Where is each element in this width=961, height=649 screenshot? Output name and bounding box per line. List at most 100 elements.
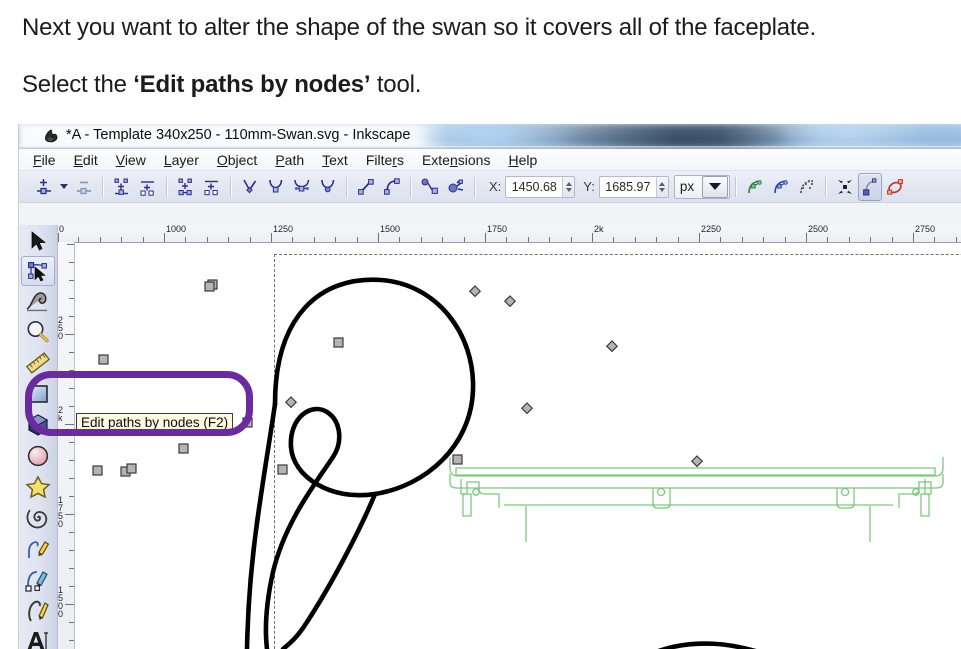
hruler-label-1000: 1000 — [166, 225, 187, 234]
show-transform-handles-button[interactable] — [742, 174, 768, 200]
unit-selector-value: px — [679, 179, 695, 194]
hruler-label-1500: 1500 — [380, 225, 401, 234]
pencil-tool[interactable] — [21, 534, 55, 564]
pencil-icon — [28, 541, 50, 559]
x-coordinate-label: X: — [489, 179, 502, 194]
toolbar-separator — [102, 176, 104, 197]
stroke-to-path-button[interactable] — [443, 174, 469, 200]
menu-item-object[interactable]: Object — [217, 152, 257, 168]
hruler-label-2k: 2k — [594, 225, 604, 234]
vruler-label-1750: 1750 — [58, 495, 64, 529]
object-to-path-button[interactable] — [417, 174, 443, 200]
spiral-tool[interactable] — [21, 503, 55, 533]
toolbar-separator — [230, 176, 232, 197]
y-coordinate-input[interactable] — [599, 176, 656, 197]
toolbar-separator — [166, 176, 168, 197]
unit-selector[interactable]: px — [673, 174, 731, 199]
show-outline-button[interactable] — [794, 174, 820, 200]
faceplate-outline — [449, 457, 944, 542]
insert-node-dropdown[interactable] — [57, 174, 71, 200]
menu-bar: File Edit View Layer Object Path Text Fi… — [19, 149, 961, 171]
join-with-segment-button[interactable] — [173, 174, 199, 200]
star-icon — [25, 475, 51, 499]
text-a-icon — [27, 632, 48, 649]
drawing-canvas[interactable] — [75, 242, 961, 649]
make-symmetric-button[interactable] — [289, 174, 315, 200]
make-auto-smooth-button[interactable] — [315, 174, 341, 200]
hruler-label-2500: 2500 — [808, 225, 829, 234]
bezier-tool[interactable] — [21, 565, 55, 595]
magnifier-icon — [27, 320, 49, 343]
break-path-button[interactable] — [109, 174, 135, 200]
node-editor-icon — [28, 262, 47, 282]
y-coordinate-label: Y: — [583, 179, 595, 194]
arrow-cursor-icon — [31, 231, 46, 251]
hruler-label-1250: 1250 — [273, 225, 294, 234]
window-title-text: *A - Template 340x250 - 110mm-Swan.svg -… — [66, 127, 411, 143]
menu-item-file[interactable]: File — [33, 152, 56, 168]
menu-item-view[interactable]: View — [116, 152, 146, 168]
tutorial-paragraph-2-bold: ‘Edit paths by nodes’ — [133, 71, 371, 98]
menu-item-text[interactable]: Text — [322, 152, 348, 168]
tool-highlight-annotation — [25, 371, 253, 436]
menu-item-edit[interactable]: Edit — [74, 152, 98, 168]
chevron-down-icon — [709, 183, 722, 190]
menu-item-filters[interactable]: Filters — [366, 152, 404, 168]
hruler-label-0: 0 — [59, 225, 65, 234]
insert-node-button[interactable] — [31, 174, 57, 200]
join-nodes-button[interactable] — [135, 174, 161, 200]
show-bezier-handles-button[interactable] — [768, 174, 794, 200]
x-spinner-arrows[interactable] — [562, 176, 575, 197]
unit-selector-dropdown-button[interactable] — [702, 175, 729, 198]
hruler-label-2250: 2250 — [701, 225, 722, 234]
y-coordinate-spinbox[interactable] — [598, 175, 669, 198]
make-corner-button[interactable] — [237, 174, 263, 200]
show-path-outline-button[interactable] — [858, 172, 883, 201]
tutorial-paragraph-1: Next you want to alter the shape of the … — [22, 14, 816, 41]
hruler-label-2750: 2750 — [915, 225, 936, 234]
node-editor-tool[interactable] — [21, 256, 55, 286]
make-curve-button[interactable] — [379, 174, 405, 200]
toolbar-separator — [735, 176, 738, 197]
menu-item-layer[interactable]: Layer — [164, 152, 199, 168]
inkscape-window: *A - Template 340x250 - 110mm-Swan.svg -… — [18, 124, 961, 649]
inkscape-logo-icon — [44, 129, 58, 143]
vruler-label-250: 250 — [58, 315, 64, 341]
vertical-ruler: 250 2k 1750 1500 — [57, 242, 75, 649]
chevron-down-icon — [60, 184, 68, 189]
selector-tool[interactable] — [21, 226, 55, 256]
node-tool-controls-bar: X: Y: px — [19, 171, 961, 203]
calligraphy-tool[interactable] — [21, 596, 55, 626]
horizontal-ruler: 0 1000 1250 1500 1750 2k 2250 2500 2750 — [57, 225, 961, 243]
swan-path — [244, 277, 757, 649]
next-path-effect-button[interactable] — [832, 174, 858, 200]
delete-node-button[interactable] — [71, 174, 97, 200]
ellipse-tool[interactable] — [21, 441, 55, 471]
swan-artwork[interactable] — [75, 242, 961, 649]
star-tool[interactable] — [21, 472, 55, 502]
y-spinner-arrows[interactable] — [655, 176, 668, 197]
delete-segment-button[interactable] — [199, 174, 225, 200]
calligraphy-pen-icon — [28, 600, 49, 622]
hruler-label-1750: 1750 — [487, 225, 508, 234]
toolbar-separator — [410, 176, 412, 197]
tutorial-paragraph-2-prefix: Select the — [22, 71, 134, 98]
menu-item-help[interactable]: Help — [508, 152, 537, 168]
menu-item-extensions[interactable]: Extensions — [422, 152, 491, 168]
x-coordinate-spinbox[interactable] — [505, 175, 576, 198]
menu-item-path[interactable]: Path — [275, 152, 304, 168]
text-tool[interactable] — [21, 627, 55, 649]
tutorial-paragraph-2: Select the ‘Edit paths by nodes’ tool. — [22, 71, 421, 99]
x-coordinate-input[interactable] — [506, 176, 563, 197]
make-smooth-button[interactable] — [263, 174, 289, 200]
tweak-tool[interactable] — [21, 286, 55, 316]
zoom-tool[interactable] — [21, 317, 55, 347]
make-line-button[interactable] — [353, 174, 379, 200]
tool-box — [19, 225, 58, 649]
bezier-pen-icon — [25, 571, 48, 592]
tutorial-text-block: Next you want to alter the shape of the … — [0, 0, 961, 122]
vruler-label-1500: 1500 — [58, 585, 64, 619]
ellipse-icon — [27, 445, 49, 467]
tweak-wave-icon — [26, 292, 47, 312]
mask-clip-edit-button[interactable] — [882, 174, 908, 200]
